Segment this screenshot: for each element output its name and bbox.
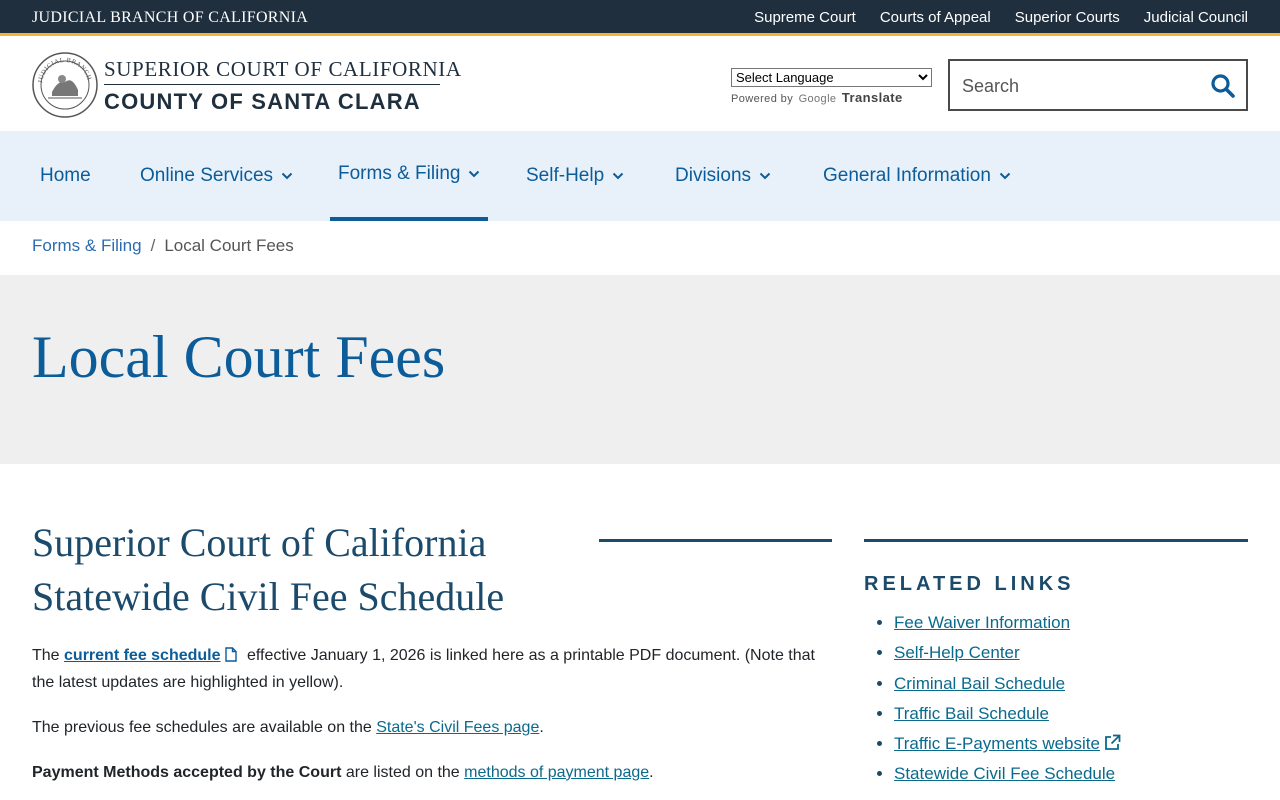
p1-pre: The <box>32 647 65 664</box>
fee-schedule-paragraph: The current fee schedule effective Janua… <box>32 642 832 696</box>
methods-of-payment-link[interactable]: methods of payment page <box>464 764 649 781</box>
main-content: Superior Court of California Statewide C… <box>32 516 832 786</box>
search-icon <box>1211 74 1235 98</box>
list-item: Fee Waiver Information <box>894 608 1248 638</box>
link-courts-of-appeal[interactable]: Courts of Appeal <box>880 9 991 26</box>
link-traffic-e-payments[interactable]: Traffic E-Payments website <box>894 734 1100 753</box>
section-heading: Superior Court of California Statewide C… <box>32 520 505 619</box>
link-judicial-council[interactable]: Judicial Council <box>1144 9 1248 26</box>
link-fee-waiver-information[interactable]: Fee Waiver Information <box>894 613 1070 632</box>
link-statewide-civil-fee-schedule[interactable]: Statewide Civil Fee Schedule <box>894 764 1115 783</box>
current-fee-schedule-link[interactable]: current fee schedule <box>64 647 221 664</box>
google-translate-widget: Select Language Powered by Google Transl… <box>731 68 932 105</box>
related-links-heading: RELATED LINKS <box>864 573 1075 595</box>
nav-item-forms-filing[interactable]: Forms & Filing <box>330 131 489 221</box>
language-select[interactable]: Select Language <box>731 68 932 87</box>
breadcrumb-forms-filing[interactable]: Forms & Filing <box>32 236 142 255</box>
payment-methods-paragraph: Payment Methods accepted by the Court ar… <box>32 759 832 786</box>
page-title: Local Court Fees <box>32 324 446 390</box>
nav-item-label: Divisions <box>675 165 752 186</box>
nav-item-home[interactable]: Home <box>40 131 91 221</box>
list-item: Self-Help Center <box>894 638 1248 668</box>
related-links-list: Fee Waiver Information Self-Help Center … <box>864 608 1248 790</box>
sidebar-rule <box>864 539 1248 542</box>
main-navigation: Home Online Services Forms & Filing Self… <box>0 131 1280 221</box>
list-item: Criminal Bail Schedule <box>894 669 1248 699</box>
p2-pre: The previous fee schedules are available… <box>32 719 377 736</box>
pdf-file-icon <box>224 647 237 662</box>
breadcrumb-separator: / <box>150 236 156 255</box>
link-traffic-bail-schedule[interactable]: Traffic Bail Schedule <box>894 704 1049 723</box>
nav-item-label: General Information <box>823 165 991 186</box>
nav-item-online-services[interactable]: Online Services <box>140 131 293 221</box>
chevron-down-icon <box>469 170 480 178</box>
link-supreme-court[interactable]: Supreme Court <box>754 9 856 26</box>
p3-pre: are listed on the <box>341 764 465 781</box>
list-item: Traffic E-Payments website <box>894 729 1248 759</box>
nav-item-label: Home <box>40 165 91 186</box>
state-civil-fees-link[interactable]: State's Civil Fees page <box>376 719 539 736</box>
judicial-branch-label: JUDICIAL BRANCH OF CALIFORNIA <box>32 9 309 26</box>
external-link-icon <box>1105 734 1121 751</box>
nav-item-label: Self-Help <box>526 165 605 186</box>
site-header: JUDICIAL BRANCH OF CALIFORNIA SUPERIOR C… <box>0 39 1280 131</box>
p2-post: . <box>539 719 544 736</box>
court-seal-logo[interactable]: JUDICIAL BRANCH OF CALIFORNIA <box>29 47 98 118</box>
court-name-line2[interactable]: COUNTY OF SANTA CLARA <box>104 89 421 115</box>
nav-item-label: Online Services <box>140 165 274 186</box>
powered-by-label: Powered by <box>731 93 794 105</box>
judicial-branch-links: Supreme Court Courts of Appeal Superior … <box>754 9 1248 26</box>
search-button[interactable] <box>1208 71 1238 101</box>
chevron-down-icon <box>759 172 771 180</box>
nav-item-label: Forms & Filing <box>338 163 461 184</box>
nav-item-divisions[interactable]: Divisions <box>675 131 771 221</box>
site-search <box>948 59 1248 111</box>
court-name-line1[interactable]: SUPERIOR COURT OF CALIFORNIA <box>104 57 462 82</box>
chevron-down-icon <box>612 172 624 180</box>
nav-item-self-help[interactable]: Self-Help <box>526 131 624 221</box>
breadcrumb: Forms & Filing / Local Court Fees <box>32 236 294 256</box>
translate-label[interactable]: Translate <box>842 90 903 105</box>
link-criminal-bail-schedule[interactable]: Criminal Bail Schedule <box>894 674 1065 693</box>
previous-fees-paragraph: The previous fee schedules are available… <box>32 714 832 741</box>
google-logo[interactable]: Google <box>799 93 837 105</box>
list-item: Traffic Bail Schedule <box>894 699 1248 729</box>
search-input[interactable] <box>962 73 1192 99</box>
section-heading-rule <box>599 539 832 542</box>
court-name-divider <box>104 84 440 85</box>
p3-post: . <box>649 764 654 781</box>
top-utility-bar: JUDICIAL BRANCH OF CALIFORNIA Supreme Co… <box>0 0 1280 36</box>
link-superior-courts[interactable]: Superior Courts <box>1015 9 1120 26</box>
breadcrumb-current: Local Court Fees <box>164 236 294 255</box>
nav-item-general-information[interactable]: General Information <box>823 131 1011 221</box>
powered-by-google: Powered by Google Translate <box>731 90 932 105</box>
chevron-down-icon <box>281 172 293 180</box>
chevron-down-icon <box>999 172 1011 180</box>
payment-methods-strong: Payment Methods accepted by the Court <box>32 764 342 781</box>
link-self-help-center[interactable]: Self-Help Center <box>894 643 1020 662</box>
list-item: Statewide Civil Fee Schedule <box>894 759 1248 789</box>
page-title-band: Local Court Fees <box>0 275 1280 464</box>
related-links-sidebar: RELATED LINKS Fee Waiver Information Sel… <box>864 539 1248 790</box>
